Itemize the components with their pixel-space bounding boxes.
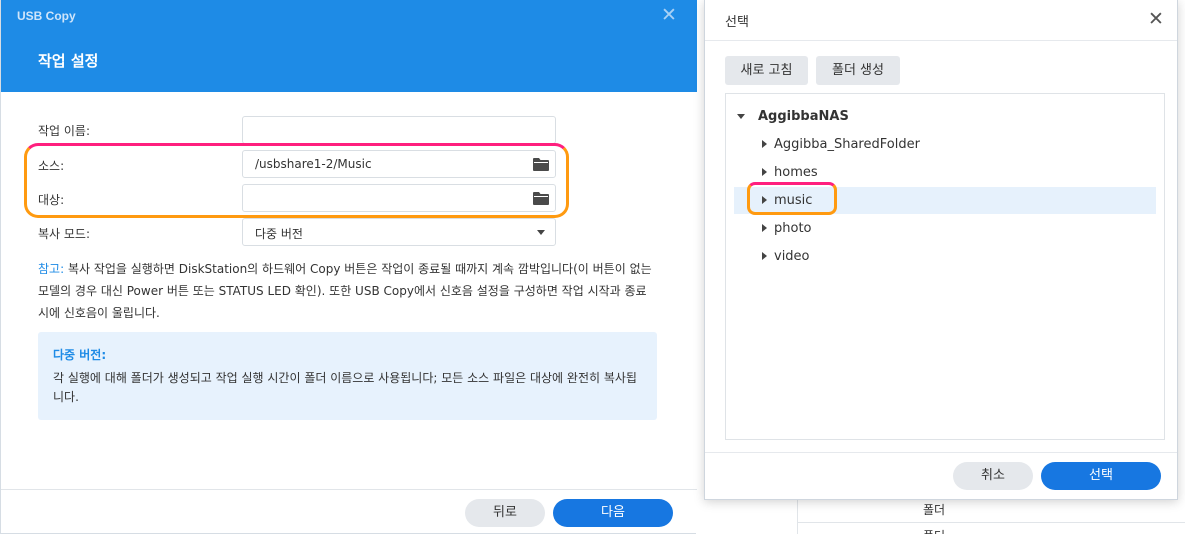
task-name-input[interactable] <box>242 116 556 144</box>
copy-mode-label: 복사 모드: <box>38 227 91 241</box>
close-icon[interactable]: ✕ <box>1148 9 1164 29</box>
caret-right-icon[interactable] <box>762 196 767 204</box>
dialog-header: USB Copy ✕ 작업 설정 <box>1 0 697 92</box>
destination-label: 대상: <box>38 193 65 207</box>
note-text: 참고: 복사 작업을 실행하면 DiskStation의 하드웨어 Copy 버… <box>38 258 658 324</box>
caret-down-icon[interactable] <box>737 114 745 119</box>
tree-node-aggibba-sharedfolder[interactable]: Aggibba_SharedFolder <box>734 131 1156 158</box>
source-value: /usbshare1-2/Music <box>255 157 372 171</box>
tree-node-label: video <box>774 249 810 264</box>
tree-node-homes[interactable]: homes <box>734 159 1156 186</box>
select-button[interactable]: 선택 <box>1041 462 1161 490</box>
title-divider <box>705 40 1177 41</box>
wizard-step-title: 작업 설정 <box>38 52 99 70</box>
destination-input[interactable] <box>242 184 556 212</box>
dialog-title: 선택 <box>725 15 749 30</box>
caret-right-icon[interactable] <box>762 224 767 232</box>
chevron-down-icon <box>537 230 545 235</box>
folder-icon[interactable] <box>533 157 549 171</box>
background-label: 폴더 <box>923 527 945 534</box>
create-folder-button[interactable]: 폴더 생성 <box>816 56 900 85</box>
copy-mode-value: 다중 버전 <box>255 227 303 241</box>
caret-right-icon[interactable] <box>762 168 767 176</box>
background-row-divider <box>797 522 1185 523</box>
tree-node-label: photo <box>774 221 812 236</box>
note-body: 복사 작업을 실행하면 DiskStation의 하드웨어 Copy 버튼은 작… <box>38 262 652 320</box>
close-icon[interactable]: ✕ <box>661 5 677 25</box>
tree-node-photo[interactable]: photo <box>734 215 1156 242</box>
tree-node-music[interactable]: music <box>734 187 1156 214</box>
tree-node-label: music <box>774 193 813 208</box>
next-button[interactable]: 다음 <box>553 499 673 527</box>
source-input[interactable]: /usbshare1-2/Music <box>242 150 556 178</box>
info-title: 다중 버전: <box>53 348 107 362</box>
app-title: USB Copy <box>17 9 76 23</box>
info-text: 각 실행에 대해 폴더가 생성되고 작업 실행 시간이 폴더 이름으로 사용됩니… <box>53 371 637 404</box>
back-button[interactable]: 뒤로 <box>465 499 545 527</box>
info-box: 다중 버전: 각 실행에 대해 폴더가 생성되고 작업 실행 시간이 폴더 이름… <box>38 332 657 420</box>
copy-mode-select[interactable]: 다중 버전 <box>242 218 556 246</box>
background-divider <box>797 500 798 534</box>
note-label: 참고: <box>38 262 65 276</box>
footer-divider <box>1 489 697 490</box>
tree-node-video[interactable]: video <box>734 243 1156 270</box>
folder-tree: AggibbaNAS Aggibba_SharedFolder homes mu… <box>725 93 1165 440</box>
refresh-button[interactable]: 새로 고침 <box>725 56 808 85</box>
background-label: 폴더 <box>923 503 946 517</box>
tree-node-label: homes <box>774 165 818 180</box>
usb-copy-dialog: USB Copy ✕ 작업 설정 작업 이름: 소스: /usbshare1-2… <box>0 0 697 534</box>
tree-node-root[interactable]: AggibbaNAS <box>734 103 1156 130</box>
footer-divider <box>705 452 1177 453</box>
caret-right-icon[interactable] <box>762 140 767 148</box>
folder-select-dialog: 선택 ✕ 새로 고침 폴더 생성 AggibbaNAS Aggibba_Shar… <box>704 0 1178 500</box>
source-label: 소스: <box>38 159 65 173</box>
task-name-label: 작업 이름: <box>38 124 91 138</box>
cancel-button[interactable]: 취소 <box>953 462 1033 490</box>
folder-icon[interactable] <box>533 191 549 205</box>
caret-right-icon[interactable] <box>762 252 767 260</box>
tree-node-label: Aggibba_SharedFolder <box>774 137 920 152</box>
tree-node-label: AggibbaNAS <box>758 109 849 124</box>
